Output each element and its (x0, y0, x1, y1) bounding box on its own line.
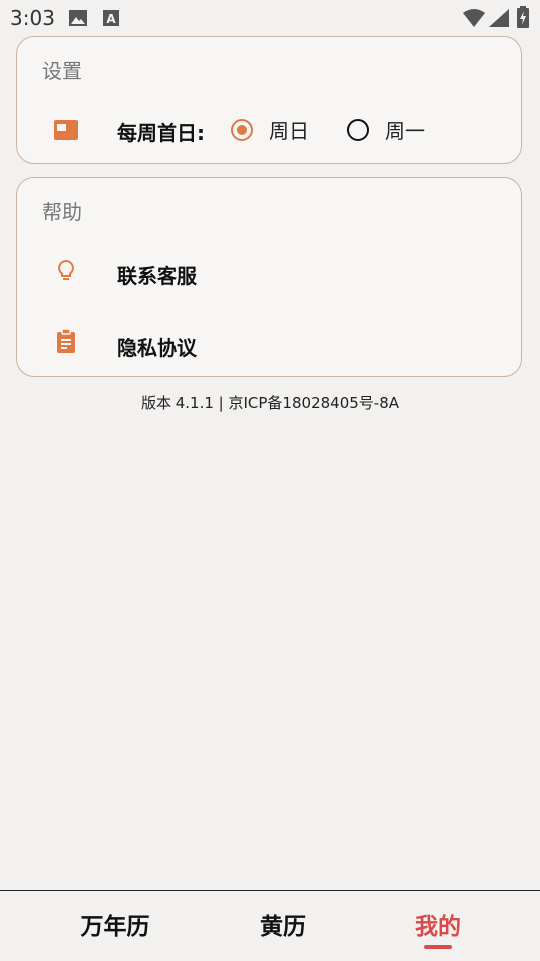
radio-label-monday: 周一 (385, 119, 425, 143)
clipboard-icon (57, 328, 75, 353)
radio-option-sunday[interactable]: 周日 (231, 115, 309, 144)
image-icon (69, 10, 87, 26)
status-time: 3:03 (10, 6, 55, 30)
svg-text:A: A (106, 12, 116, 26)
contact-service-label: 联系客服 (117, 264, 197, 288)
radio-selected-icon[interactable] (231, 118, 253, 141)
a-text-icon: A (103, 10, 119, 26)
signal-icon (489, 9, 509, 27)
radio-unselected-icon[interactable] (347, 118, 369, 141)
lightbulb-icon (58, 259, 74, 280)
version-text: 版本 4.1.1 | 京ICP备18028405号-8A (140, 394, 400, 412)
tab-mine[interactable]: 我的 (368, 907, 508, 941)
tab-calendar[interactable]: 万年历 (45, 907, 185, 941)
bottom-tab-bar: 万年历 黄历 我的 (0, 890, 540, 961)
week-start-label: 每周首日: (117, 121, 205, 145)
calendar-icon (54, 120, 78, 140)
privacy-policy-label: 隐私协议 (117, 336, 197, 360)
help-title: 帮助 (42, 200, 82, 224)
battery-icon (517, 6, 529, 28)
settings-title: 设置 (42, 59, 82, 83)
status-bar: 3:03 A (0, 0, 540, 36)
radio-option-monday[interactable]: 周一 (347, 115, 425, 144)
settings-card: 设置 每周首日: 周日 周一 (16, 36, 522, 164)
active-tab-indicator (424, 945, 452, 949)
wifi-icon (463, 9, 485, 27)
tab-almanac[interactable]: 黄历 (213, 907, 353, 941)
help-card: 帮助 联系客服 隐私协议 (16, 177, 522, 377)
privacy-policy-item[interactable]: 隐私协议 (17, 320, 523, 370)
radio-label-sunday: 周日 (269, 119, 309, 143)
contact-service-item[interactable]: 联系客服 (17, 248, 523, 298)
